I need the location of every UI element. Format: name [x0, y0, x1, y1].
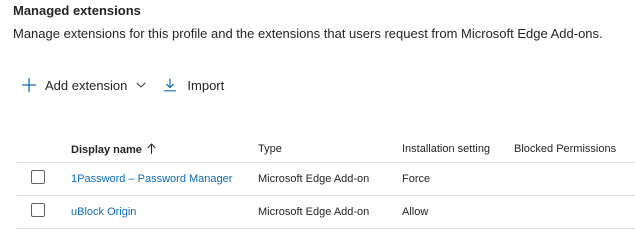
extension-type: Microsoft Edge Add-on [258, 206, 370, 218]
column-header-blocked-permissions[interactable]: Blocked Permissions [514, 143, 616, 155]
arrow-up-icon [147, 143, 156, 157]
section-title: Managed extensions [13, 3, 141, 18]
plus-icon [20, 76, 38, 94]
column-header-display-name[interactable]: Display name [71, 143, 156, 157]
add-extension-label: Add extension [45, 77, 128, 93]
extensions-table: Display name Type Installation setting B… [17, 137, 635, 229]
installation-setting: Force [402, 173, 431, 185]
extension-name-link[interactable]: 1Password – Password Manager [71, 173, 232, 185]
import-label: Import [187, 77, 225, 93]
column-header-type[interactable]: Type [258, 143, 282, 155]
table-row: uBlock Origin Microsoft Edge Add-on Allo… [17, 196, 635, 229]
download-icon [161, 76, 179, 94]
row-select-checkbox[interactable] [31, 203, 45, 217]
import-button[interactable]: Import [161, 76, 224, 94]
extension-type: Microsoft Edge Add-on [258, 173, 370, 185]
toolbar: Add extension Import [20, 74, 224, 96]
table-header-row: Display name Type Installation setting B… [17, 137, 635, 163]
add-extension-button[interactable]: Add extension [20, 76, 147, 94]
installation-setting: Allow [402, 206, 429, 218]
chevron-down-icon[interactable] [135, 79, 147, 91]
column-header-installation-setting[interactable]: Installation setting [402, 143, 490, 155]
extension-name-link[interactable]: uBlock Origin [71, 206, 136, 218]
table-row: 1Password – Password Manager Microsoft E… [17, 163, 635, 196]
section-description: Manage extensions for this profile and t… [13, 26, 603, 41]
row-select-checkbox[interactable] [31, 170, 45, 184]
column-header-display-name-label: Display name [71, 144, 142, 156]
